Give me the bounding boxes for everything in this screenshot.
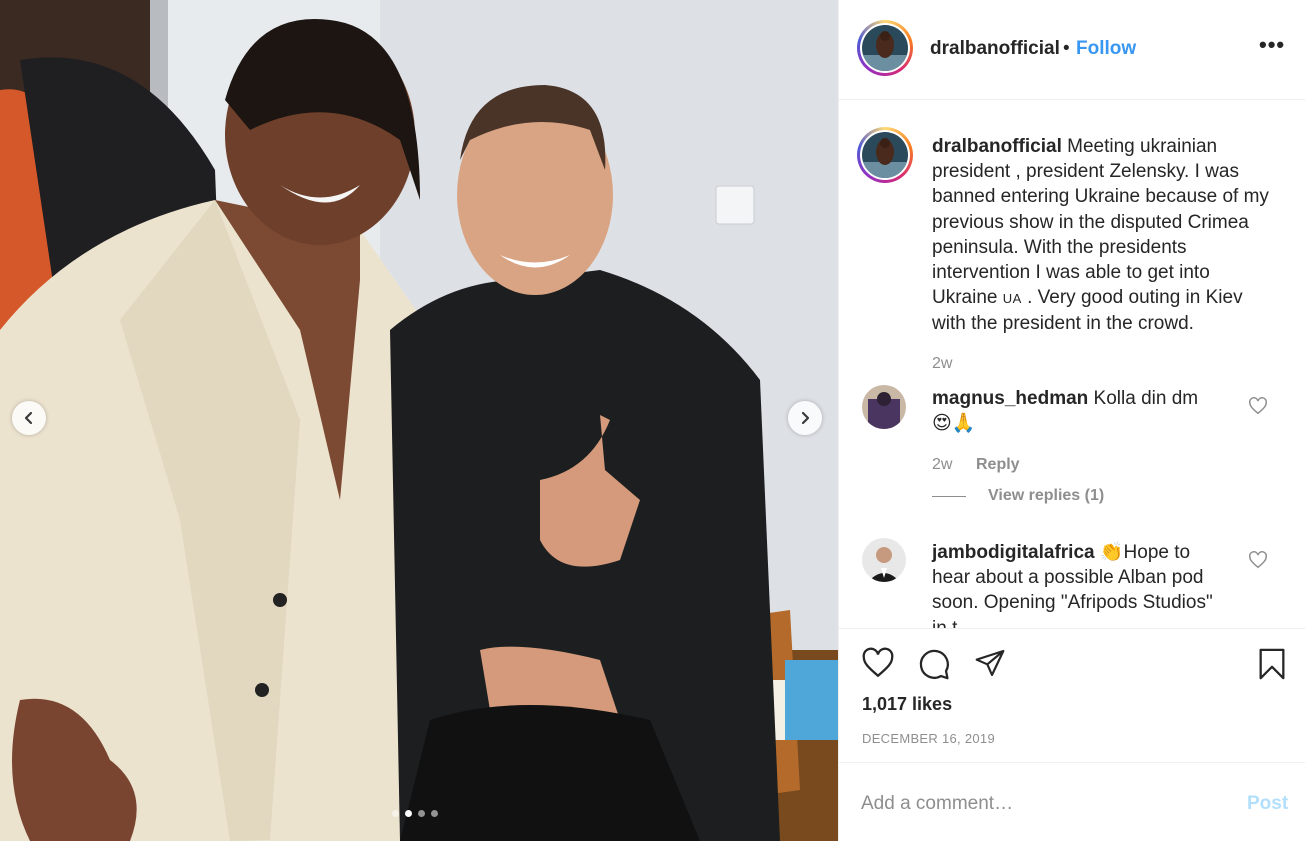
reply-button[interactable]: Reply [976, 456, 1020, 474]
caption-username[interactable]: dralbanofficial [932, 136, 1062, 157]
follow-button[interactable]: Follow [1076, 38, 1136, 60]
more-options-button[interactable]: ••• [1259, 32, 1285, 58]
commenter-avatar[interactable] [862, 538, 906, 582]
avatar-image [862, 25, 908, 71]
carousel-dot-active [405, 810, 412, 817]
comment: magnus_hedman Kolla din dm 😍🙏 [932, 386, 1232, 436]
next-photo-button[interactable] [788, 401, 822, 435]
chevron-right-icon [801, 411, 810, 425]
ukraine-flag-emoji: UA [1002, 291, 1022, 307]
post-side-panel: dralbanofficial • Follow ••• dralbanoffi… [838, 0, 1305, 841]
add-comment-bar: Post [839, 762, 1305, 841]
comment-time[interactable]: 2w [932, 456, 952, 474]
comment-button[interactable] [917, 647, 951, 681]
like-button[interactable] [861, 647, 895, 679]
caption-text: Meeting ukrainian president , president … [932, 136, 1269, 309]
comment: jambodigitalafrica 👏Hope to hear about a… [932, 540, 1232, 628]
replies-divider [932, 495, 966, 497]
view-replies-button[interactable]: View replies (1) [932, 487, 1104, 505]
caption-time[interactable]: 2w [932, 355, 952, 373]
post-date[interactable]: DECEMBER 16, 2019 [862, 731, 995, 746]
comment-input[interactable] [861, 791, 1221, 817]
header-separator: • [1063, 38, 1070, 59]
carousel-indicator [392, 810, 438, 817]
comment-text: Kolla din dm [1093, 388, 1199, 409]
caption-author-avatar[interactable] [857, 127, 913, 183]
post-caption: dralbanofficial Meeting ukrainian presid… [932, 134, 1272, 337]
chevron-left-icon [24, 411, 33, 425]
likes-count[interactable]: 1,017 likes [862, 694, 952, 715]
post-header: dralbanofficial • Follow ••• [839, 0, 1305, 100]
save-button[interactable] [1257, 647, 1287, 681]
author-avatar[interactable] [857, 20, 913, 76]
comment-emojis: 😍🙏 [932, 413, 976, 435]
post-image [0, 0, 838, 841]
carousel-dot [431, 810, 438, 817]
comment-username[interactable]: magnus_hedman [932, 388, 1088, 409]
post-photo[interactable] [0, 0, 838, 841]
previous-photo-button[interactable] [12, 401, 46, 435]
comment-username[interactable]: jambodigitalafrica [932, 542, 1095, 563]
post-comment-button[interactable]: Post [1247, 793, 1288, 815]
carousel-dot [418, 810, 425, 817]
heart-icon[interactable] [1248, 397, 1268, 415]
avatar-image [862, 132, 908, 178]
view-replies-label: View replies (1) [988, 487, 1105, 504]
heart-icon[interactable] [1248, 551, 1268, 569]
avatar-frame [860, 130, 910, 180]
share-button[interactable] [973, 647, 1007, 679]
author-username[interactable]: dralbanofficial [930, 38, 1060, 60]
commenter-avatar[interactable] [862, 385, 906, 429]
comments-list[interactable]: dralbanofficial Meeting ukrainian presid… [839, 101, 1305, 628]
avatar-frame [860, 23, 910, 73]
carousel-dot [392, 810, 399, 817]
